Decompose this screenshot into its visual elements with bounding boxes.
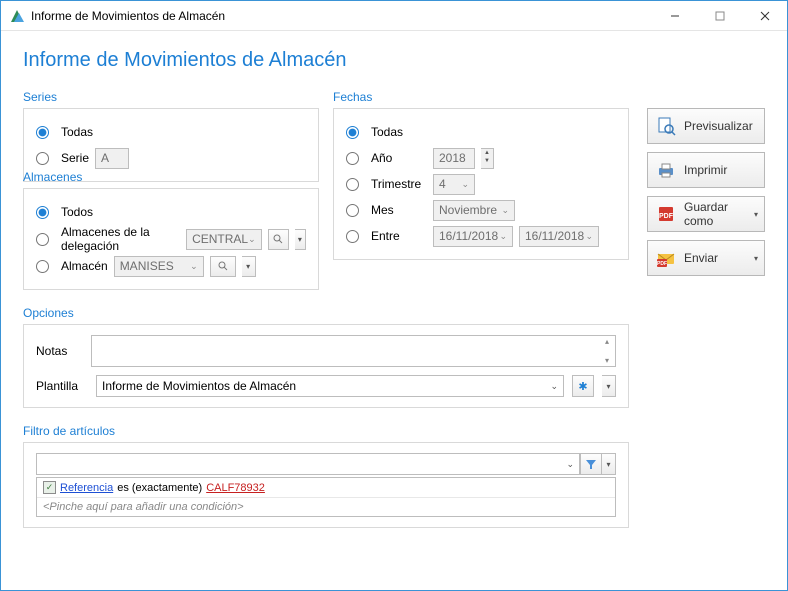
plantilla-settings-button[interactable]: ✱: [572, 375, 594, 397]
fechas-entre-radio[interactable]: Entre 16/11/2018⌄ 16/11/2018⌄: [346, 223, 616, 249]
ano-spinner[interactable]: ▲▼: [481, 148, 494, 169]
fechas-todas-radio[interactable]: Todas: [346, 119, 616, 145]
titlebar: Informe de Movimientos de Almacén: [1, 1, 787, 31]
ano-value: 2018: [433, 148, 475, 169]
imprimir-button[interactable]: Imprimir: [647, 152, 765, 188]
mes-value: Noviembre⌄: [433, 200, 515, 221]
minimize-button[interactable]: [652, 1, 697, 30]
filter-conditions: ✓ Referencia es (exactamente) CALF78932 …: [36, 477, 616, 517]
almacen-lookup-button[interactable]: [210, 256, 236, 277]
svg-text:PDF: PDF: [657, 261, 667, 267]
entre-from: 16/11/2018⌄: [433, 226, 513, 247]
condition-checkbox[interactable]: ✓: [43, 481, 56, 494]
close-button[interactable]: [742, 1, 787, 30]
almacen-lookup-drop[interactable]: ▾: [242, 256, 256, 277]
add-condition-row[interactable]: <Pinche aquí para añadir una condición>: [37, 498, 615, 516]
delegacion-lookup-drop[interactable]: ▾: [295, 229, 306, 250]
filtro-funnel-button[interactable]: [580, 453, 602, 475]
fechas-trimestre-radio[interactable]: Trimestre 4⌄: [346, 171, 616, 197]
opciones-legend: Opciones: [23, 306, 629, 320]
opciones-group: Notas ▴▾ Plantilla Informe de Movimiento…: [23, 324, 629, 408]
maximize-button[interactable]: [697, 1, 742, 30]
chevron-down-icon: ▾: [754, 210, 758, 219]
condition-value[interactable]: CALF78932: [206, 482, 265, 494]
condition-field[interactable]: Referencia: [60, 482, 113, 494]
fechas-ano-radio[interactable]: Año 2018▲▼: [346, 145, 616, 171]
series-serie-radio[interactable]: Serie A: [36, 145, 306, 171]
pdf-save-icon: PDF: [656, 204, 676, 224]
almacenes-group: Todos Almacenes de la delegación CENTRAL…: [23, 188, 319, 290]
filtro-group: ⌄ ▾ ✓ Referencia es (exactamente) CALF78…: [23, 442, 629, 528]
plantilla-label: Plantilla: [36, 379, 88, 393]
svg-text:PDF: PDF: [659, 213, 674, 220]
previsualizar-button[interactable]: Previsualizar: [647, 108, 765, 144]
fechas-group: Todas Año 2018▲▼ Trimestre 4⌄ Mes Noviem…: [333, 108, 629, 260]
almacenes-todos-radio[interactable]: Todos: [36, 199, 306, 225]
fechas-legend: Fechas: [333, 90, 629, 104]
printer-icon: [656, 160, 676, 180]
window-title: Informe de Movimientos de Almacén: [31, 9, 652, 23]
guardar-como-button[interactable]: PDF Guardar como ▾: [647, 196, 765, 232]
serie-value-field: A: [95, 148, 129, 169]
notas-textarea[interactable]: ▴▾: [91, 335, 616, 367]
filter-condition-row[interactable]: ✓ Referencia es (exactamente) CALF78932: [37, 478, 615, 498]
series-todas-radio[interactable]: Todas: [36, 119, 306, 145]
entre-to: 16/11/2018⌄: [519, 226, 599, 247]
app-icon: [9, 8, 25, 24]
filtro-funnel-drop[interactable]: ▾: [602, 453, 616, 475]
delegacion-lookup-button[interactable]: [268, 229, 289, 250]
preview-icon: [656, 116, 676, 136]
series-legend: Series: [23, 90, 319, 104]
app-window: Informe de Movimientos de Almacén Inform…: [0, 0, 788, 591]
filtro-legend: Filtro de artículos: [23, 424, 629, 438]
page-title: Informe de Movimientos de Almacén: [23, 49, 765, 72]
chevron-down-icon: ▾: [754, 254, 758, 263]
notas-label: Notas: [36, 344, 83, 358]
enviar-button[interactable]: PDF Enviar ▾: [647, 240, 765, 276]
fechas-mes-radio[interactable]: Mes Noviembre⌄: [346, 197, 616, 223]
pdf-send-icon: PDF: [656, 248, 676, 268]
filtro-combo[interactable]: ⌄: [36, 453, 580, 475]
trimestre-value: 4⌄: [433, 174, 475, 195]
delegacion-value: CENTRAL⌄: [186, 229, 262, 250]
condition-op: es (exactamente): [117, 482, 202, 494]
almacenes-legend: Almacenes: [23, 170, 319, 184]
plantilla-settings-drop[interactable]: ▾: [602, 375, 616, 397]
plantilla-combo[interactable]: Informe de Movimientos de Almacén⌄: [96, 375, 564, 397]
almacen-value: MANISES⌄: [114, 256, 204, 277]
almacenes-delegacion-radio[interactable]: Almacenes de la delegación CENTRAL⌄ ▾: [36, 225, 306, 253]
almacenes-almacen-radio[interactable]: Almacén MANISES⌄ ▾: [36, 253, 306, 279]
